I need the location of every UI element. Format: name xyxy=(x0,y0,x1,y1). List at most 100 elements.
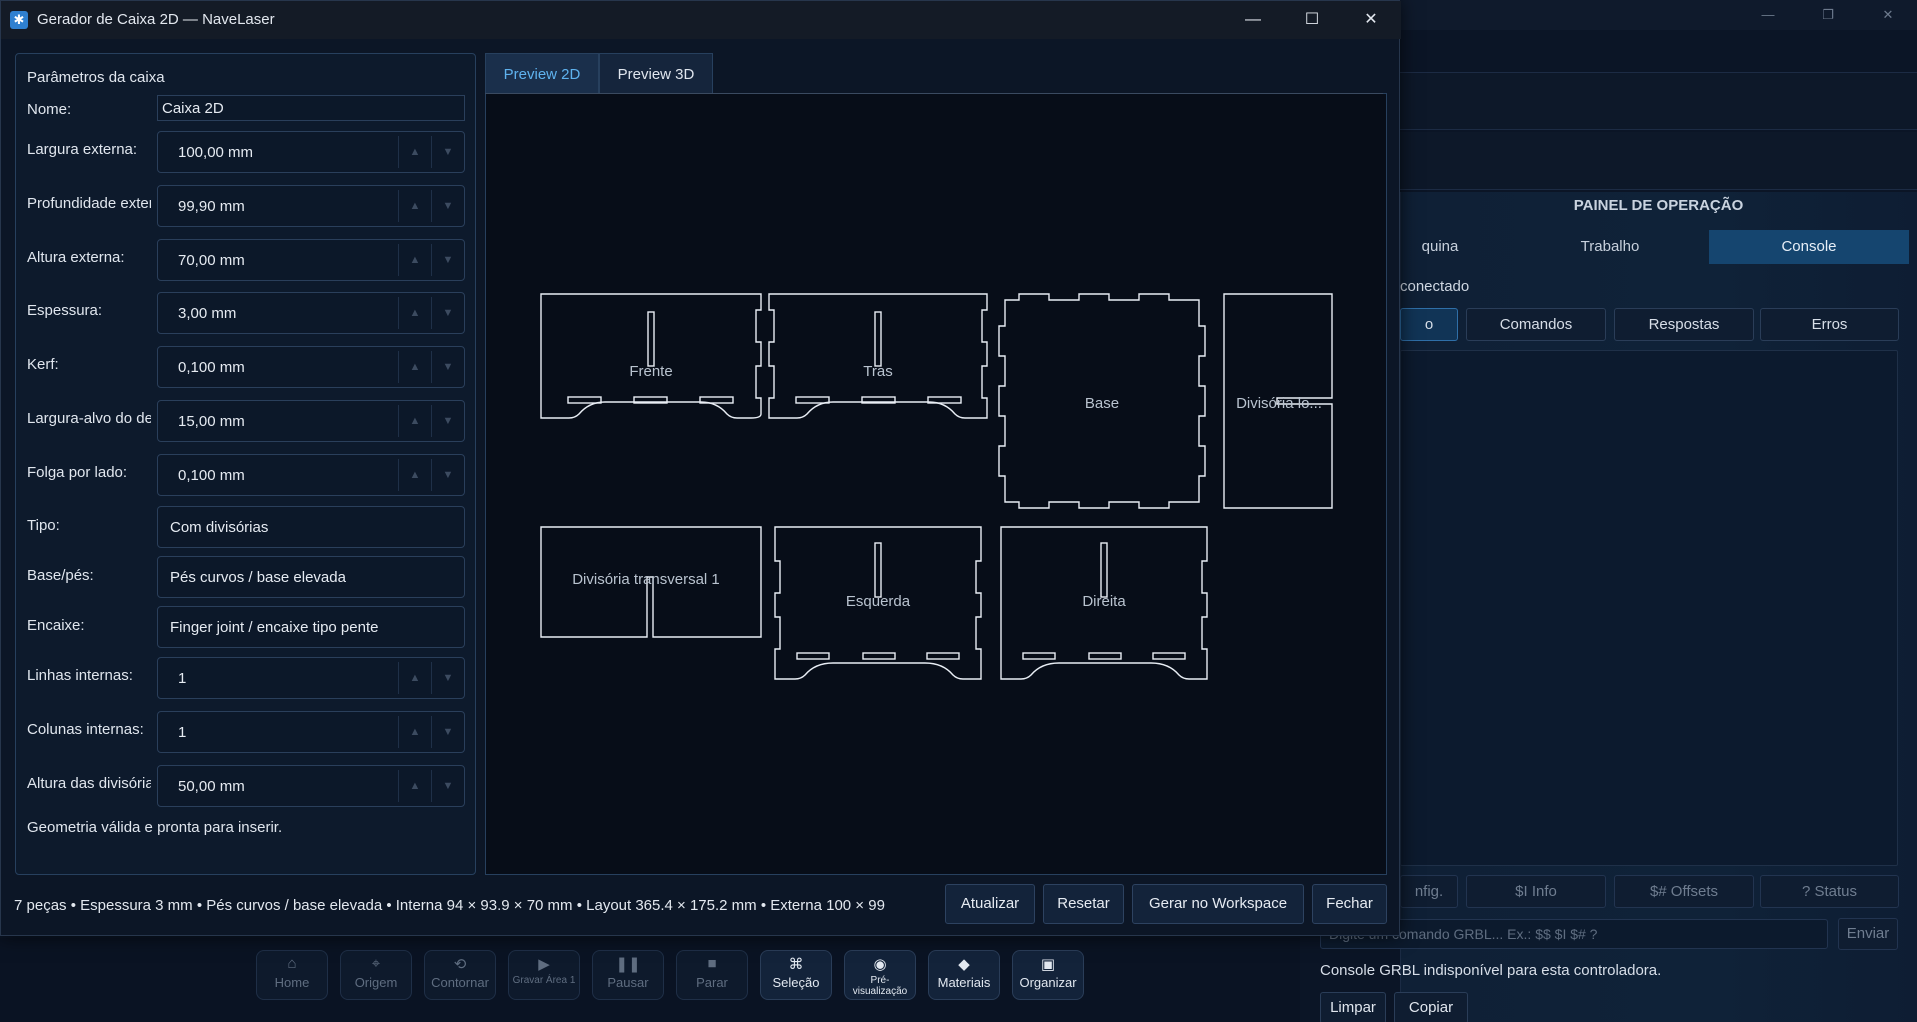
pause-button[interactable]: ❚❚ Pausar xyxy=(592,950,664,1000)
preview-canvas[interactable]: Frente Tras Base Divisória lo... Divisór… xyxy=(485,93,1387,875)
pause-icon: ❚❚ xyxy=(615,956,641,973)
minimize-icon[interactable]: — xyxy=(1231,5,1275,35)
tab-preview-2d[interactable]: Preview 2D xyxy=(485,53,599,95)
offsets-button[interactable]: $# Offsets xyxy=(1614,875,1754,908)
selection-button[interactable]: ⌘ Seleção xyxy=(760,950,832,1000)
close-icon[interactable]: ✕ xyxy=(1349,5,1393,35)
name-label: Nome: xyxy=(27,101,72,118)
spin-down-icon[interactable]: ▼ xyxy=(431,770,464,802)
reset-button[interactable]: Resetar xyxy=(1043,884,1124,924)
update-button[interactable]: Atualizar xyxy=(945,884,1035,924)
label-divisoria-transversal: Divisória transversal 1 xyxy=(572,571,720,588)
spin-up-icon[interactable]: ▲ xyxy=(398,405,431,437)
preview-divider xyxy=(485,93,1383,94)
label-base: Base xyxy=(1085,395,1119,412)
spin-up-icon[interactable]: ▲ xyxy=(398,244,431,276)
params-title: Parâmetros da caixa xyxy=(27,69,165,86)
rows-spinbox[interactable]: 1 ▲ ▼ xyxy=(157,657,465,699)
spin-down-icon[interactable]: ▼ xyxy=(431,136,464,168)
label-divisoria-longitudinal: Divisória lo... xyxy=(1236,395,1322,412)
app-icon: ✱ xyxy=(10,11,28,29)
field-label: Folga por lado: xyxy=(27,464,128,481)
clear-button[interactable]: Limpar xyxy=(1320,992,1386,1022)
spin-up-icon[interactable]: ▲ xyxy=(398,459,431,491)
spin-down-icon[interactable]: ▼ xyxy=(431,297,464,329)
organize-icon: ▣ xyxy=(1040,956,1056,973)
columns-spinbox[interactable]: 1 ▲ ▼ xyxy=(157,711,465,753)
spin-down-icon[interactable]: ▼ xyxy=(431,244,464,276)
tooth-width-spinbox[interactable]: 15,00 mm ▲ ▼ xyxy=(157,400,465,442)
info-button[interactable]: $I Info xyxy=(1466,875,1606,908)
preview-button[interactable]: ◉ Pré-visualização xyxy=(844,950,916,1000)
label-frente: Frente xyxy=(629,363,672,380)
console-output[interactable] xyxy=(1400,350,1898,866)
background-minimize-icon[interactable]: — xyxy=(1756,4,1780,26)
label-esquerda: Esquerda xyxy=(846,593,911,610)
generate-workspace-button[interactable]: Gerar no Workspace xyxy=(1132,884,1304,924)
label-direita: Direita xyxy=(1082,593,1126,610)
filter-respostas-button[interactable]: Respostas xyxy=(1614,308,1754,341)
maximize-icon[interactable]: ☐ xyxy=(1290,5,1334,35)
spin-up-icon[interactable]: ▲ xyxy=(398,190,431,222)
spin-up-icon[interactable]: ▲ xyxy=(398,770,431,802)
clearance-spinbox[interactable]: 0,100 mm ▲ ▼ xyxy=(157,454,465,496)
crosshair-icon: ⌖ xyxy=(371,955,381,972)
grbl-message: Console GRBL indisponível para esta cont… xyxy=(1320,962,1662,979)
spin-down-icon[interactable]: ▼ xyxy=(431,662,464,694)
background-header-row xyxy=(1400,72,1917,130)
tab-preview-3d[interactable]: Preview 3D xyxy=(599,53,713,95)
tab-console[interactable]: Console xyxy=(1709,230,1909,264)
filter-comandos-button[interactable]: Comandos xyxy=(1466,308,1606,341)
spin-up-icon[interactable]: ▲ xyxy=(398,716,431,748)
background-restore-icon[interactable]: ❐ xyxy=(1816,4,1840,26)
spin-down-icon[interactable]: ▼ xyxy=(431,405,464,437)
spin-up-icon[interactable]: ▲ xyxy=(398,136,431,168)
height-spinbox[interactable]: 70,00 mm ▲ ▼ xyxy=(157,239,465,281)
combo-label: Encaixe: xyxy=(27,617,85,634)
materials-button[interactable]: ◆ Materiais xyxy=(928,950,1000,1000)
origin-button[interactable]: ⌖ Origem xyxy=(340,950,412,1000)
field-label: Altura das divisórias: xyxy=(27,775,151,792)
config-button[interactable]: nfig. xyxy=(1400,875,1458,908)
tab-trabalho[interactable]: Trabalho xyxy=(1560,230,1660,264)
spin-up-icon[interactable]: ▲ xyxy=(398,351,431,383)
spin-up-icon[interactable]: ▲ xyxy=(398,662,431,694)
close-button[interactable]: Fechar xyxy=(1312,884,1387,924)
spin-down-icon[interactable]: ▼ xyxy=(431,351,464,383)
copy-button[interactable]: Copiar xyxy=(1394,992,1468,1022)
tab-maquina[interactable]: quina xyxy=(1400,230,1480,264)
field-label: Largura-alvo do dente: xyxy=(27,410,151,427)
filter-all-button[interactable]: o xyxy=(1400,308,1458,341)
name-field[interactable]: Caixa 2D xyxy=(157,95,465,121)
width-spinbox[interactable]: 100,00 mm ▲ ▼ xyxy=(157,131,465,173)
contour-icon: ⟲ xyxy=(453,956,467,973)
box-generator-dialog: ✱ Gerador de Caixa 2D — NaveLaser — ☐ ✕ … xyxy=(0,0,1401,936)
filter-erros-button[interactable]: Erros xyxy=(1760,308,1899,341)
selection-icon: ⌘ xyxy=(788,956,804,973)
organize-button[interactable]: ▣ Organizar xyxy=(1012,950,1084,1000)
dialog-title: Gerador de Caixa 2D — NaveLaser xyxy=(37,11,275,28)
geometry-status: Geometria válida e pronta para inserir. xyxy=(27,819,283,836)
divider-height-spinbox[interactable]: 50,00 mm ▲ ▼ xyxy=(157,765,465,807)
depth-spinbox[interactable]: 99,90 mm ▲ ▼ xyxy=(157,185,465,227)
thickness-spinbox[interactable]: 3,00 mm ▲ ▼ xyxy=(157,292,465,334)
stop-icon: ■ xyxy=(707,955,717,972)
send-button[interactable]: Enviar xyxy=(1838,918,1898,950)
joint-combobox[interactable]: Finger joint / encaixe tipo pente xyxy=(157,606,465,648)
kerf-spinbox[interactable]: 0,100 mm ▲ ▼ xyxy=(157,346,465,388)
type-combobox[interactable]: Com divisórias xyxy=(157,506,465,548)
base-feet-combobox[interactable]: Pés curvos / base elevada xyxy=(157,556,465,598)
status-button[interactable]: ? Status xyxy=(1760,875,1899,908)
contour-button[interactable]: ⟲ Contornar xyxy=(424,950,496,1000)
engrave-area-button[interactable]: ▶ Gravar Área 1 xyxy=(508,950,580,1000)
eye-icon: ◉ xyxy=(873,956,887,973)
spin-down-icon[interactable]: ▼ xyxy=(431,190,464,222)
spin-down-icon[interactable]: ▼ xyxy=(431,459,464,491)
stop-button[interactable]: ■ Parar xyxy=(676,950,748,1000)
materials-icon: ◆ xyxy=(958,956,970,973)
spin-down-icon[interactable]: ▼ xyxy=(431,716,464,748)
home-button[interactable]: ⌂ Home xyxy=(256,950,328,1000)
background-close-icon[interactable]: ✕ xyxy=(1876,4,1900,26)
field-label: Linhas internas: xyxy=(27,667,133,684)
spin-up-icon[interactable]: ▲ xyxy=(398,297,431,329)
